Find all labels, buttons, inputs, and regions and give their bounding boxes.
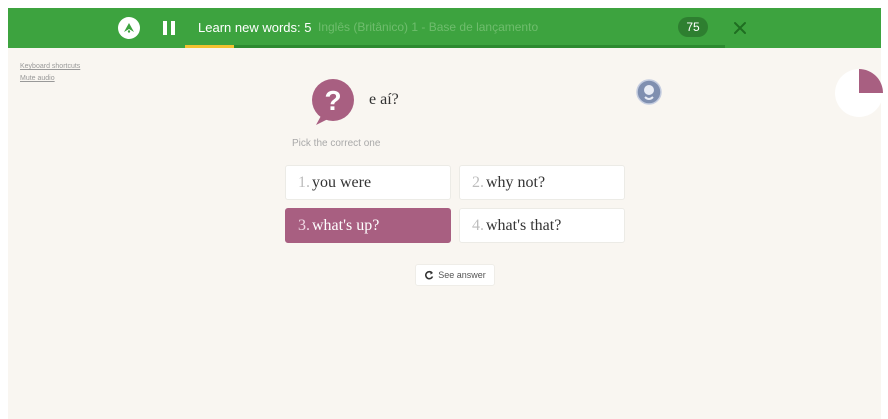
prompt-word: e aí?	[369, 91, 399, 108]
choice-number: 1.	[298, 173, 310, 191]
choice-number: 4.	[472, 216, 484, 234]
choice-text: you were	[312, 173, 372, 191]
choice-1[interactable]: 1. you were	[285, 165, 451, 200]
choice-2[interactable]: 2. why not?	[459, 165, 625, 200]
keyboard-shortcuts-link[interactable]: Keyboard shortcuts	[20, 63, 80, 70]
progress-bar	[185, 45, 725, 48]
choice-3[interactable]: 3. what's up?	[285, 208, 451, 243]
refresh-icon	[425, 270, 434, 280]
choice-number: 3.	[298, 216, 310, 234]
see-answer-label: See answer	[438, 270, 486, 280]
pie-timer-icon	[834, 68, 884, 123]
choice-4[interactable]: 4. what's that?	[459, 208, 625, 243]
choice-number: 2.	[472, 173, 484, 191]
top-bar: Learn new words: 5 Inglês (Britânico) 1 …	[8, 8, 881, 48]
audio-button[interactable]	[636, 79, 662, 110]
close-button[interactable]	[728, 16, 752, 40]
app-frame: Learn new words: 5 Inglês (Britânico) 1 …	[8, 8, 884, 419]
progress-fill	[185, 45, 234, 48]
audio-speaker-icon	[636, 79, 662, 105]
pause-icon	[163, 21, 167, 35]
mute-audio-link[interactable]: Mute audio	[20, 75, 55, 82]
session-title: Learn new words: 5	[198, 20, 312, 35]
score-badge: 75	[678, 17, 708, 37]
choice-text: what's that?	[486, 216, 562, 234]
svg-text:?: ?	[324, 85, 341, 116]
close-icon	[734, 22, 746, 34]
question-bubble-icon: ?	[308, 78, 358, 131]
see-answer-button[interactable]: See answer	[415, 264, 495, 286]
memrise-logo-icon[interactable]	[118, 17, 140, 39]
instruction-text: Pick the correct one	[292, 138, 381, 149]
course-name: Inglês (Britânico) 1 - Base de lançament…	[318, 20, 539, 34]
choice-text: what's up?	[312, 216, 380, 234]
pause-button[interactable]	[155, 14, 183, 42]
choice-text: why not?	[486, 173, 546, 191]
